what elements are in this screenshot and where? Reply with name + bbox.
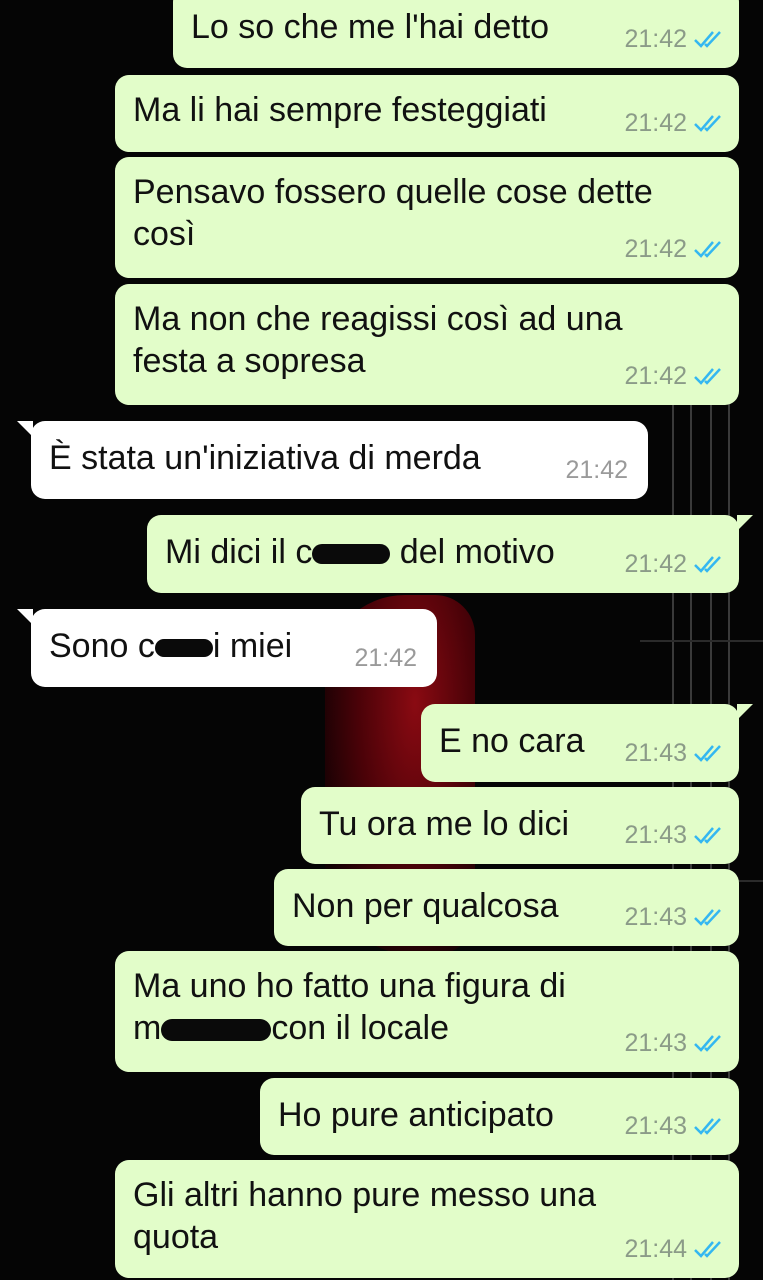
redaction-mark <box>161 1019 272 1042</box>
double-check-icon <box>694 909 721 926</box>
double-check-icon <box>694 556 721 573</box>
message-meta: 21:43 <box>624 732 723 774</box>
double-check-icon <box>694 827 721 844</box>
bubble-tail <box>737 704 753 720</box>
message-meta: 21:42 <box>354 637 417 679</box>
message-bubble-outgoing[interactable]: Non per qualcosa 21:43 <box>274 869 739 946</box>
double-check-icon <box>694 368 721 385</box>
message-meta: 21:42 <box>624 355 723 397</box>
message-time: 21:42 <box>624 235 687 263</box>
message-meta: 21:43 <box>624 814 723 856</box>
message-meta: 21:43 <box>624 1022 723 1064</box>
message-time: 21:43 <box>624 1112 687 1140</box>
message-bubble-outgoing[interactable]: Ho pure anticipato 21:43 <box>260 1078 739 1155</box>
message-bubble-outgoing[interactable]: Mi dici il c del motivo 21:42 <box>147 515 753 593</box>
message-time: 21:42 <box>565 456 628 484</box>
message-meta: 21:42 <box>624 543 723 585</box>
redaction-mark <box>154 639 213 658</box>
message-time: 21:43 <box>624 1029 687 1057</box>
message-time: 21:42 <box>624 550 687 578</box>
message-bubble-outgoing[interactable]: Lo so che me l'hai detto 21:42 <box>173 0 739 68</box>
message-bubble-incoming[interactable]: È stata un'iniziativa di merda 21:42 <box>17 421 648 499</box>
double-check-icon <box>694 1241 721 1258</box>
double-check-icon <box>694 115 721 132</box>
message-time: 21:42 <box>354 644 417 672</box>
double-check-icon <box>694 1118 721 1135</box>
redaction-mark <box>312 544 391 565</box>
double-check-icon <box>694 31 721 48</box>
message-time: 21:43 <box>624 821 687 849</box>
message-meta: 21:42 <box>565 449 628 491</box>
message-meta: 21:43 <box>624 1105 723 1147</box>
bubble-tail <box>17 609 33 625</box>
message-bubble-outgoing[interactable]: Tu ora me lo dici 21:43 <box>301 787 739 864</box>
message-time: 21:42 <box>624 362 687 390</box>
bubble-tail <box>737 515 753 531</box>
message-bubble-outgoing[interactable]: Ma non che reagissi così ad una festa a … <box>115 284 739 405</box>
wallpaper-fret <box>640 640 763 642</box>
double-check-icon <box>694 1035 721 1052</box>
message-meta: 21:44 <box>624 1228 723 1270</box>
message-time: 21:42 <box>624 25 687 53</box>
message-time: 21:43 <box>624 739 687 767</box>
message-meta: 21:42 <box>624 228 723 270</box>
message-meta: 21:42 <box>624 18 723 60</box>
double-check-icon <box>694 241 721 258</box>
message-bubble-outgoing[interactable]: Pensavo fossero quelle cose dette così 2… <box>115 157 739 278</box>
message-meta: 21:43 <box>624 896 723 938</box>
message-bubble-outgoing[interactable]: E no cara 21:43 <box>421 704 753 782</box>
double-check-icon <box>694 745 721 762</box>
message-meta: 21:42 <box>624 102 723 144</box>
message-time: 21:43 <box>624 903 687 931</box>
message-time: 21:42 <box>624 109 687 137</box>
message-text: È stata un'iniziativa di merda <box>49 439 481 477</box>
message-text: Ma uno ho fatto una figura di <box>133 967 566 1005</box>
message-bubble-outgoing[interactable]: Ma uno ho fatto una figura di m con il lo… <box>115 951 739 1072</box>
bubble-tail <box>17 421 33 437</box>
message-bubble-incoming[interactable]: Sono ci miei 21:42 <box>17 609 437 687</box>
message-time: 21:44 <box>624 1235 687 1263</box>
message-bubble-outgoing[interactable]: Ma li hai sempre festeggiati 21:42 <box>115 75 739 152</box>
message-bubble-outgoing[interactable]: Gli altri hanno pure messo una quota 21:… <box>115 1160 739 1278</box>
